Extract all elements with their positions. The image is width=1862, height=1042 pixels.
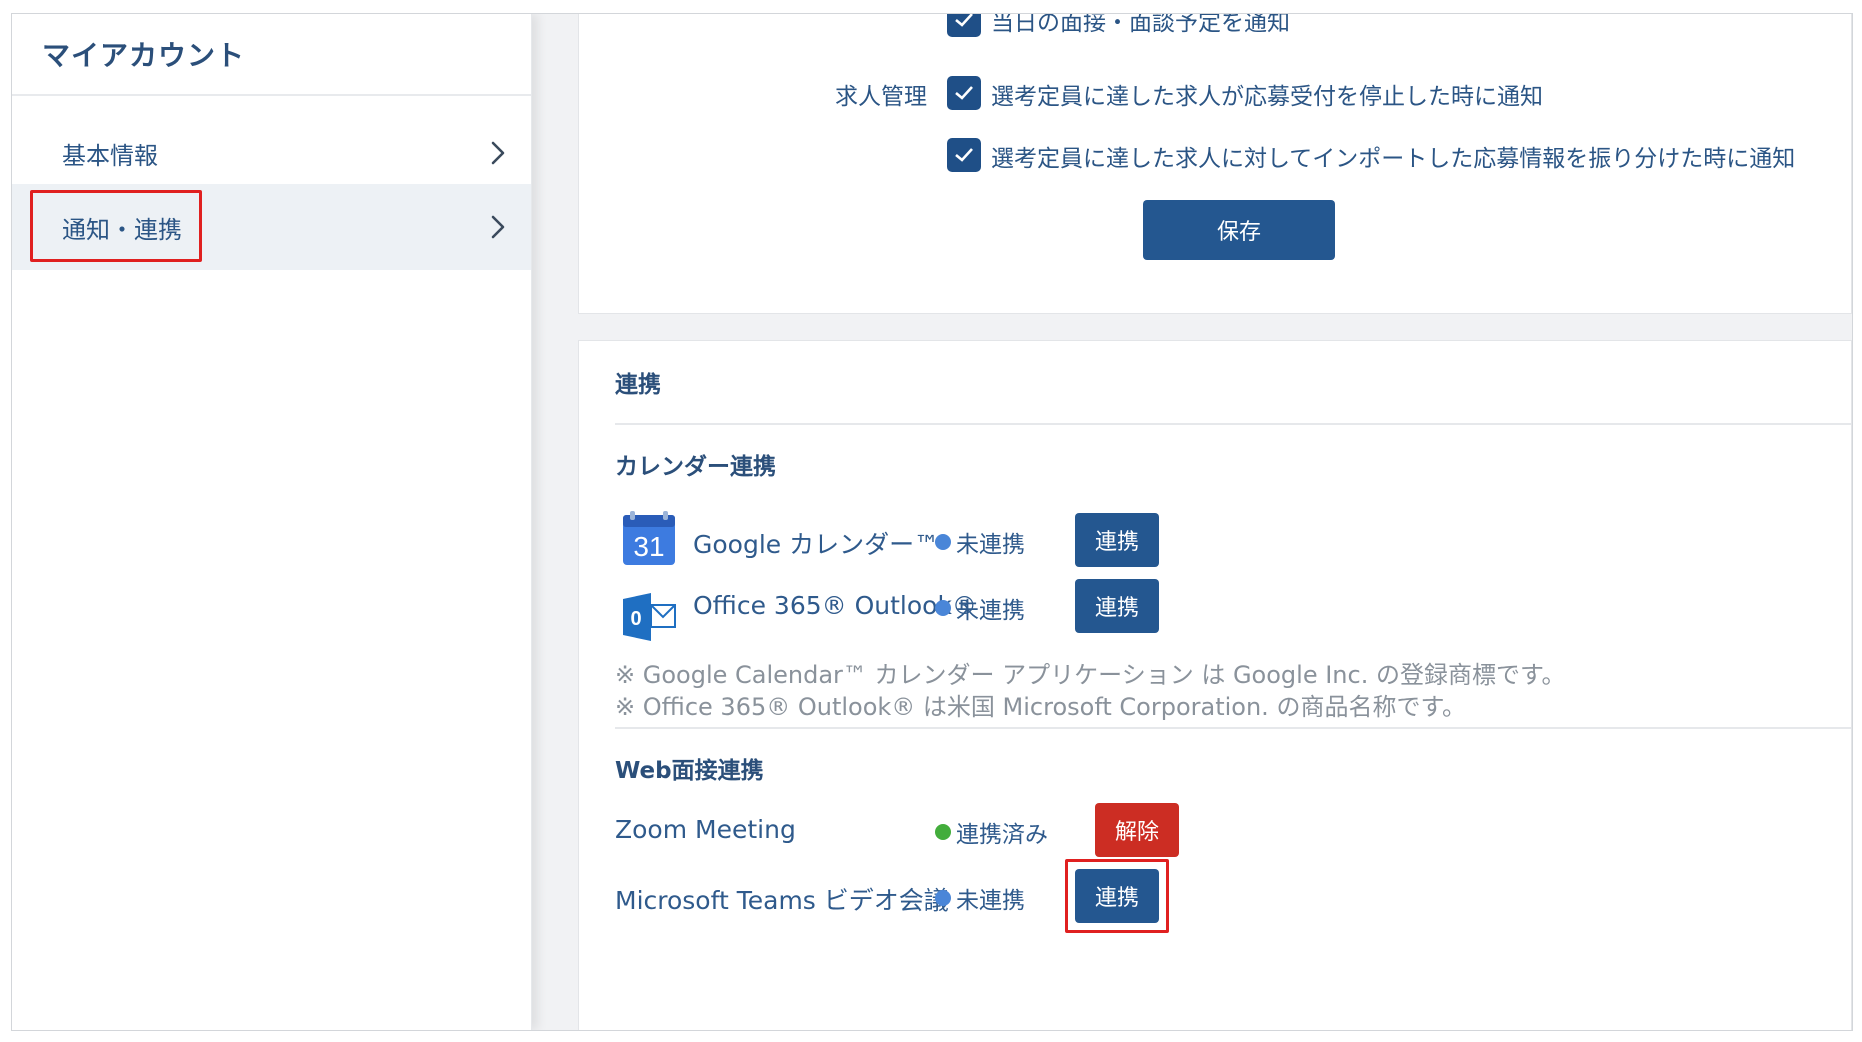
sidebar: マイアカウント 基本情報 通知・連携 <box>12 14 532 1030</box>
sidebar-item-label: 基本情報 <box>62 141 158 170</box>
status-outlook: 未連携 <box>935 591 1025 625</box>
checkbox-job-import[interactable] <box>947 138 981 172</box>
outlook-icon: 0 <box>621 589 677 645</box>
service-name-zoom: Zoom Meeting <box>615 815 796 844</box>
integrations-title: 連携 <box>615 372 661 398</box>
web-interview-heading: Web面接連携 <box>615 758 764 784</box>
option-job-import: 選考定員に達した求人に対してインポートした応募情報を振り分けた時に通知 <box>991 146 1796 172</box>
integrations-card: 連携 カレンダー連携 31 Google カレンダー™ 未連携 連携 0 Off… <box>578 340 1852 1030</box>
checkbox-job-stop[interactable] <box>947 76 981 110</box>
option-today-interview: 当日の面接・面談予定を通知 <box>991 13 1290 36</box>
highlight-box <box>1065 859 1169 933</box>
status-google: 未連携 <box>935 525 1025 559</box>
check-icon <box>955 86 973 100</box>
job-section-label: 求人管理 <box>835 84 927 110</box>
service-name-google: Google カレンダー™ <box>693 530 940 559</box>
status-dot-icon <box>935 890 951 906</box>
status-text: 連携済み <box>956 822 1048 848</box>
check-icon <box>955 14 973 27</box>
service-name-teams: Microsoft Teams ビデオ会議 <box>615 886 949 915</box>
status-dot-icon <box>935 600 951 616</box>
link-outlook-button[interactable]: 連携 <box>1075 579 1159 633</box>
divider <box>615 423 1851 425</box>
status-teams: 未連携 <box>935 881 1025 915</box>
unlink-zoom-button[interactable]: 解除 <box>1095 803 1179 857</box>
checkbox-today-interview[interactable] <box>947 14 981 37</box>
link-google-button[interactable]: 連携 <box>1075 513 1159 567</box>
svg-text:31: 31 <box>633 531 664 562</box>
status-text: 未連携 <box>956 532 1025 558</box>
trademark-note-office: ※ Office 365® Outlook® は米国 Microsoft Cor… <box>615 693 1467 721</box>
option-job-stop: 選考定員に達した求人が応募受付を停止した時に通知 <box>991 84 1543 110</box>
calendar-heading: カレンダー連携 <box>615 454 776 480</box>
app-frame: マイアカウント 基本情報 通知・連携 当日の面接・面談予定を通知 求人管理 選考… <box>11 13 1853 1031</box>
status-zoom: 連携済み <box>935 815 1048 849</box>
status-text: 未連携 <box>956 888 1025 914</box>
check-icon <box>955 148 973 162</box>
sidebar-title: マイアカウント <box>42 39 246 72</box>
status-dot-icon <box>935 824 951 840</box>
status-text: 未連携 <box>956 598 1025 624</box>
divider <box>615 727 1851 729</box>
trademark-note-google: ※ Google Calendar™ カレンダー アプリケーション は Goog… <box>615 661 1566 689</box>
highlight-box <box>30 190 202 262</box>
status-dot-icon <box>935 534 951 550</box>
main-content: 当日の面接・面談予定を通知 求人管理 選考定員に達した求人が応募受付を停止した時… <box>532 14 1852 1030</box>
sidebar-divider <box>12 94 531 96</box>
google-calendar-icon: 31 <box>621 511 677 567</box>
chevron-right-icon <box>491 215 505 239</box>
save-button[interactable]: 保存 <box>1143 200 1335 260</box>
svg-text:0: 0 <box>630 608 641 630</box>
notification-settings-card: 当日の面接・面談予定を通知 求人管理 選考定員に達した求人が応募受付を停止した時… <box>578 13 1852 314</box>
chevron-right-icon <box>491 141 505 165</box>
